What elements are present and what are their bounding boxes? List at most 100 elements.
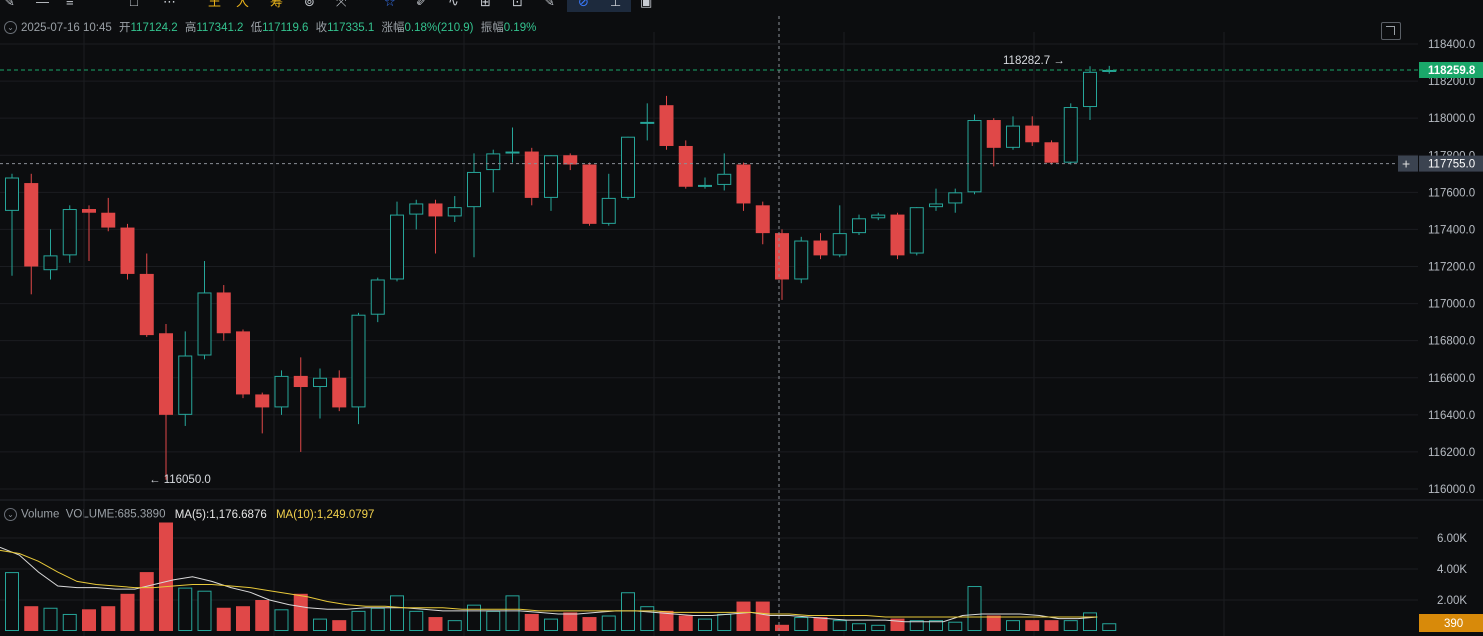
candle-body-up <box>274 375 289 408</box>
volume-bar-up <box>274 609 289 631</box>
candle-body-up <box>447 207 462 217</box>
candle-body-up <box>871 214 886 219</box>
volume-bar-down <box>755 601 770 631</box>
volume-bar-down <box>524 613 539 631</box>
price-axis-label: 117000.0 <box>1428 299 1475 311</box>
volume-bar-down <box>986 615 1001 631</box>
volume-bar-up <box>544 618 558 631</box>
candle-body-down <box>120 227 135 274</box>
volume-bar-up <box>1083 612 1097 632</box>
price-axis-label: 116800.0 <box>1428 336 1475 348</box>
candle-body-up <box>409 203 424 215</box>
candle-body-down <box>1044 142 1059 163</box>
volume-bar-down <box>159 522 173 631</box>
candle-body-up <box>1063 107 1078 163</box>
candle-body-up <box>351 314 366 408</box>
price-axis-label: 116600.0 <box>1428 373 1475 385</box>
candle-body-down <box>236 331 250 395</box>
volume-bar-down <box>236 606 250 631</box>
volume-bar-down <box>216 607 231 631</box>
candle-body-down <box>82 209 96 213</box>
candle-body-up <box>909 207 924 254</box>
candle-body-up <box>1083 71 1097 108</box>
volume-bar-up <box>717 613 732 632</box>
price-axis-label: 116000.0 <box>1428 484 1475 496</box>
volume-axis-label: 2.00K <box>1437 595 1467 607</box>
candle-body-up <box>1006 125 1020 148</box>
price-axis-label: 118400.0 <box>1428 39 1475 51</box>
volume-bar-down <box>293 593 308 631</box>
volume-bar-up <box>486 610 501 631</box>
candle-body-up <box>948 192 963 204</box>
candle-body-down <box>736 164 751 204</box>
price-axis-label: 116200.0 <box>1428 447 1475 459</box>
candle-body-down <box>101 212 116 228</box>
candle-body-down <box>890 214 905 256</box>
candle-body-up <box>5 177 19 211</box>
volume-bar-up <box>447 620 462 632</box>
volume-bar-up <box>409 610 424 631</box>
candle-body-down <box>1025 125 1040 143</box>
volume-bar-up <box>1102 623 1117 631</box>
volume-bar-up <box>62 613 77 632</box>
volume-bar-up <box>505 595 520 631</box>
volume-bar-up <box>621 592 635 631</box>
candle-body-up <box>794 240 809 280</box>
volume-bar-up <box>313 618 327 631</box>
volume-bar-down <box>101 606 116 631</box>
price-axis-label: 117400.0 <box>1428 224 1475 236</box>
candle-body-up <box>197 292 212 356</box>
volume-bar-up <box>967 586 982 631</box>
plus-icon: + <box>1402 156 1410 172</box>
candle-body-down <box>775 233 789 280</box>
low-price-marker: ← 116050.0 <box>149 474 211 486</box>
candle-body-up <box>717 173 732 185</box>
volume-bar-down <box>24 606 39 631</box>
candle-body-down <box>293 375 308 388</box>
volume-bar-up <box>794 617 809 631</box>
candle-body-up <box>601 197 616 224</box>
volume-bar-up <box>1006 620 1020 632</box>
candle-body-down <box>582 164 597 224</box>
volume-bar-up <box>178 587 193 631</box>
volume-axis-label: 4.00K <box>1437 564 1467 576</box>
candle-body-up <box>505 151 520 154</box>
volume-bar-down <box>1044 620 1059 631</box>
volume-bar-down <box>563 612 578 631</box>
candle-body-up <box>832 233 847 256</box>
candle-body-up <box>178 355 193 415</box>
crosshair-volume-label: 390 <box>1444 618 1463 630</box>
candle-body-down <box>986 120 1001 148</box>
candle-body-down <box>524 151 539 198</box>
volume-bar-up <box>852 623 866 631</box>
candle-body-up <box>852 218 866 234</box>
volume-bar-down <box>775 624 789 631</box>
volume-bar-up <box>197 590 212 632</box>
candle-body-down <box>139 273 154 336</box>
volume-bar-up <box>370 607 385 631</box>
crosshair-price-label: 117755.0 <box>1428 159 1475 171</box>
candle-body-down <box>659 105 674 146</box>
candle-body-up <box>486 153 501 171</box>
current-price-label: 118259.8 <box>1428 65 1476 77</box>
volume-bar-up <box>601 615 616 631</box>
candle-body-down <box>216 292 231 334</box>
candle-body-up <box>370 279 385 315</box>
volume-bar-up <box>871 624 886 631</box>
candlestick-chart[interactable]: 118400.0118200.0118000.0117800.0117600.0… <box>0 0 1483 636</box>
candle-body-up <box>62 209 77 256</box>
volume-bar-up <box>351 610 366 631</box>
candle-body-up <box>313 377 327 388</box>
volume-bar-up <box>640 606 655 632</box>
candle-body-down <box>678 145 693 187</box>
volume-axis-label: 6.00K <box>1437 533 1467 545</box>
volume-bar-down <box>736 601 751 631</box>
price-axis-label: 116400.0 <box>1428 410 1475 422</box>
candle-body-up <box>929 203 943 208</box>
volume-bar-down <box>82 609 96 631</box>
candle-body-up <box>640 121 655 124</box>
candle-body-down <box>255 394 270 408</box>
candle-body-up <box>544 155 558 198</box>
volume-bar-down <box>678 615 693 631</box>
candle-body-up <box>967 120 982 193</box>
